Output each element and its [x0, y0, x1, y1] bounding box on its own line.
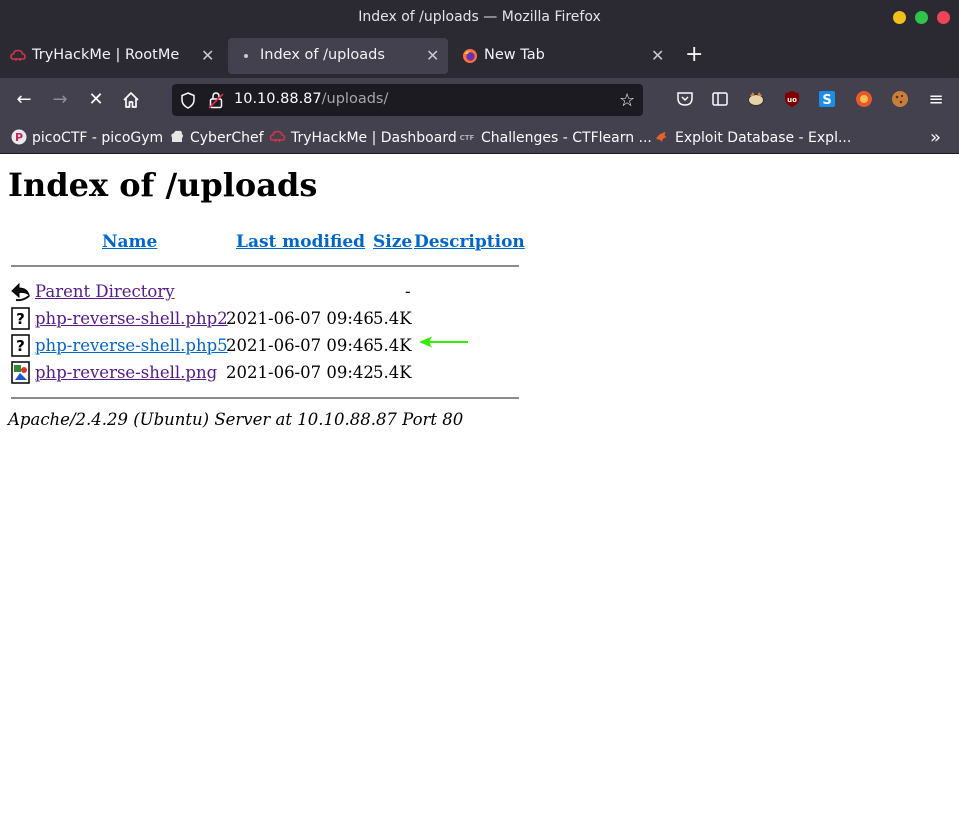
loading-dot-icon	[244, 54, 248, 58]
url-bar[interactable]: 10.10.88.87/uploads/ ☆	[172, 84, 643, 116]
image-file-icon	[11, 361, 30, 384]
svg-text:?: ?	[16, 310, 25, 328]
tab-label: New Tab	[484, 47, 545, 63]
tab-index-uploads[interactable]: Index of /uploads ✕	[228, 38, 448, 74]
page-title: Index of /uploads	[8, 166, 318, 204]
tab-tryhackme-rootme[interactable]: TryHackMe | RootMe ✕	[0, 38, 222, 74]
column-header-size[interactable]: Size	[373, 232, 412, 252]
bookmark-star-icon[interactable]: ☆	[619, 90, 635, 111]
tryhackme-icon	[10, 49, 26, 61]
bookmark-picoctf[interactable]: P picoCTF - picoGym	[11, 129, 163, 146]
minimize-button[interactable]	[893, 11, 906, 24]
url-text[interactable]: 10.10.88.87/uploads/	[234, 91, 388, 107]
bookmark-label: picoCTF - picoGym	[32, 130, 164, 146]
svg-text:P: P	[15, 131, 23, 144]
column-header-name[interactable]: Name	[102, 232, 157, 252]
close-window-button[interactable]	[937, 11, 950, 24]
bookmark-label: Challenges - CTFlearn ...	[481, 130, 652, 146]
server-signature: Apache/2.4.29 (Ubuntu) Server at 10.10.8…	[8, 410, 464, 429]
close-tab-icon[interactable]: ✕	[426, 46, 439, 65]
column-header-description[interactable]: Description	[414, 232, 525, 252]
insecure-lock-icon[interactable]	[208, 91, 224, 109]
new-tab-button[interactable]: +	[685, 44, 703, 66]
foxyproxy-icon[interactable]	[747, 90, 765, 108]
cyberchef-icon	[171, 130, 183, 142]
svg-text:uo: uo	[787, 96, 797, 104]
file-size: 5.4K	[373, 336, 412, 355]
parent-directory-link[interactable]: Parent Directory	[35, 282, 175, 301]
tryhackme-icon	[269, 130, 286, 142]
tracking-protection-shield-icon[interactable]	[180, 92, 196, 109]
maximize-button[interactable]	[915, 11, 928, 24]
file-link[interactable]: php-reverse-shell.php2	[35, 309, 228, 328]
ctf-icon: CTF	[460, 134, 475, 142]
stylus-icon[interactable]: S	[818, 90, 836, 108]
bookmark-exploit-database[interactable]: Exploit Database - Expl...	[654, 129, 851, 146]
tab-label: TryHackMe | RootMe	[32, 47, 180, 63]
footer-divider	[11, 397, 519, 399]
exploitdb-icon	[656, 132, 667, 142]
column-header-last-modified[interactable]: Last modified	[236, 232, 365, 252]
unknown-file-icon: ?	[11, 334, 30, 357]
bookmark-label: TryHackMe | Dashboard	[291, 130, 457, 146]
table-row: ? php-reverse-shell.php2 2021-06-07 09:4…	[11, 307, 571, 331]
ublock-origin-icon[interactable]: uo	[783, 90, 801, 108]
svg-text:S: S	[822, 93, 831, 108]
file-size: 5.4K	[373, 309, 412, 328]
navigation-toolbar: ← → ✕ 10.10.88.87/uploads/ ☆ uo S ≡	[0, 78, 959, 123]
bookmark-label: CyberChef	[190, 130, 264, 146]
bookmarks-overflow-chevron-icon[interactable]: »	[930, 127, 941, 148]
table-row: Parent Directory -	[11, 280, 571, 304]
back-arrow-icon[interactable]: ←	[13, 89, 35, 111]
bookmark-tryhackme-dashboard[interactable]: TryHackMe | Dashboard	[269, 129, 457, 146]
tab-strip: TryHackMe | RootMe ✕ Index of /uploads ✕…	[0, 36, 959, 78]
url-host: 10.10.88.87	[234, 91, 322, 107]
reader-sidebar-icon[interactable]	[711, 90, 729, 108]
svg-text:?: ?	[16, 337, 25, 355]
forward-arrow-icon[interactable]: →	[49, 89, 71, 111]
stop-loading-icon[interactable]: ✕	[85, 89, 107, 111]
file-size: 5.4K	[373, 363, 412, 382]
bookmark-label: Exploit Database - Expl...	[675, 130, 852, 146]
table-row: ? php-reverse-shell.php5 2021-06-07 09:4…	[11, 334, 571, 358]
home-icon[interactable]	[120, 89, 142, 111]
url-path: /uploads/	[321, 91, 389, 107]
file-date: 2021-06-07 09:46	[226, 336, 374, 355]
close-tab-icon[interactable]: ✕	[201, 46, 214, 65]
unknown-file-icon: ?	[11, 307, 30, 330]
hamburger-menu-icon[interactable]: ≡	[925, 89, 947, 111]
file-size: -	[405, 282, 411, 301]
table-row: php-reverse-shell.png 2021-06-07 09:42 5…	[11, 361, 571, 385]
close-tab-icon[interactable]: ✕	[651, 46, 664, 65]
window-titlebar: Index of /uploads — Mozilla Firefox	[0, 0, 959, 36]
wappalyzer-icon[interactable]	[855, 90, 873, 108]
file-date: 2021-06-07 09:46	[226, 309, 374, 328]
window-title: Index of /uploads — Mozilla Firefox	[358, 9, 601, 25]
file-link[interactable]: php-reverse-shell.png	[35, 363, 217, 382]
svg-text:CTF: CTF	[460, 134, 475, 142]
file-link[interactable]: php-reverse-shell.php5	[35, 336, 228, 355]
bookmark-cyberchef[interactable]: CyberChef	[169, 129, 264, 146]
tab-new-tab[interactable]: New Tab ✕	[452, 38, 674, 74]
header-divider	[11, 265, 519, 267]
back-arrow-icon	[11, 282, 31, 302]
bookmark-ctflearn[interactable]: CTF Challenges - CTFlearn ...	[458, 129, 652, 146]
tab-label: Index of /uploads	[260, 47, 385, 63]
picoctf-icon: P	[11, 129, 27, 145]
firefox-icon	[463, 49, 477, 63]
bookmarks-toolbar: P picoCTF - picoGym CyberChef TryHackMe …	[0, 123, 959, 154]
pocket-icon[interactable]	[676, 90, 694, 108]
file-date: 2021-06-07 09:42	[226, 363, 374, 382]
cookie-editor-icon[interactable]	[891, 90, 909, 108]
page-content: Index of /uploads Name Last modified Siz…	[0, 154, 959, 830]
annotation-arrow-icon	[419, 336, 468, 348]
